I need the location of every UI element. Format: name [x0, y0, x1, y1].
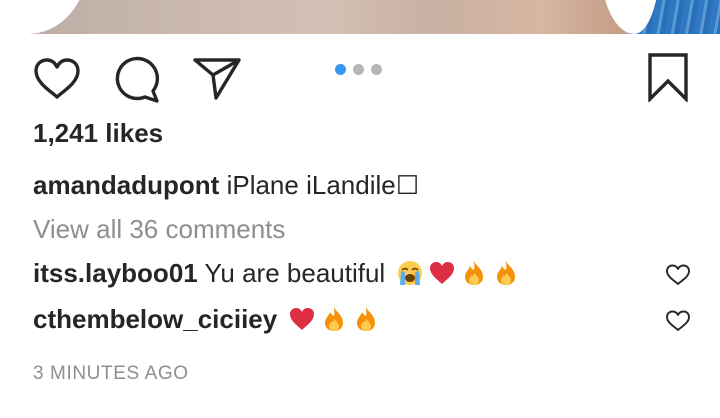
heart-icon	[666, 310, 690, 331]
like-button[interactable]	[32, 56, 82, 102]
comment-like-button[interactable]	[665, 309, 691, 338]
carousel-dot-active	[335, 64, 346, 75]
comment-username[interactable]: cthembelow_ciciiey	[33, 304, 277, 334]
fire-emoji	[497, 261, 516, 285]
caption-username[interactable]: amandadupont	[33, 170, 219, 200]
comment-username[interactable]: itss.layboo01	[33, 258, 198, 288]
caption: amandadupont iPlane iLandile☐	[33, 170, 419, 201]
comment-row: itss.layboo01 Yu are beautiful	[33, 258, 520, 289]
heart-icon	[666, 264, 690, 285]
caption-text: iPlane iLandile☐	[226, 170, 420, 200]
post-timestamp: 3 MINUTES AGO	[33, 363, 189, 384]
carousel-dot	[371, 64, 382, 75]
share-button[interactable]	[192, 54, 244, 102]
post-image[interactable]	[0, 0, 720, 34]
comment-button[interactable]	[112, 56, 162, 104]
fire-emoji	[357, 307, 376, 331]
heart-icon	[34, 58, 80, 99]
comment-row: cthembelow_ciciiey	[33, 304, 380, 335]
red-heart-emoji	[430, 262, 455, 284]
post-action-bar	[0, 48, 720, 108]
loudly-crying-face-emoji	[398, 261, 423, 285]
carousel-dot	[353, 64, 364, 75]
comment-like-button[interactable]	[665, 263, 691, 292]
comment-icon	[115, 56, 160, 103]
red-heart-emoji	[290, 308, 315, 330]
comment-text: Yu are beautiful	[204, 258, 386, 288]
fire-emoji	[465, 261, 484, 285]
fire-emoji	[325, 307, 344, 331]
share-icon	[193, 58, 241, 100]
likes-count[interactable]: 1,241 likes	[33, 118, 163, 149]
view-all-comments-link[interactable]: View all 36 comments	[33, 214, 285, 245]
save-button[interactable]	[646, 52, 690, 102]
bookmark-icon	[648, 53, 688, 102]
